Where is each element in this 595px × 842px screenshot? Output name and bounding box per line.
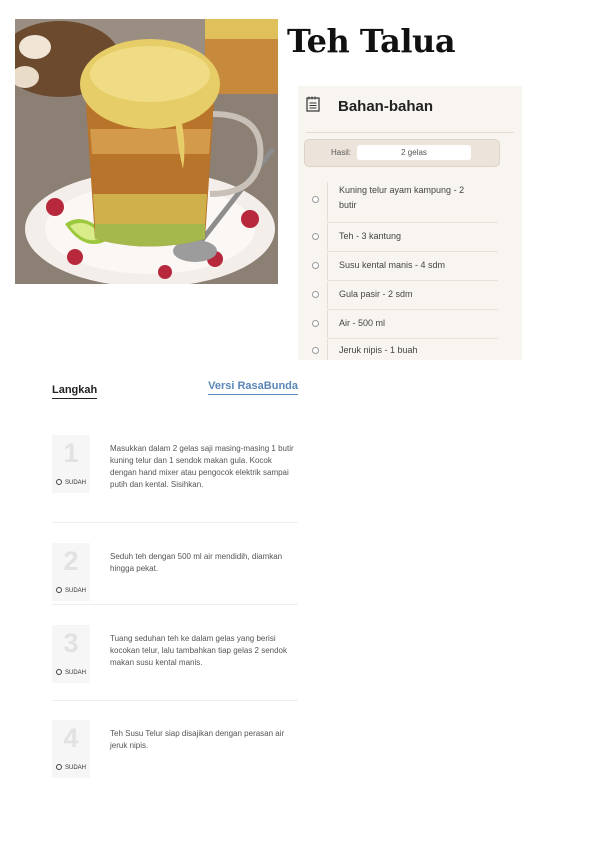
ingredient-checkbox[interactable] bbox=[312, 320, 319, 327]
step-done-label: SUDAH bbox=[65, 588, 87, 594]
ingredient-checkbox[interactable] bbox=[312, 262, 319, 269]
recipe-photo bbox=[15, 19, 278, 284]
tab-langkah[interactable]: Langkah bbox=[52, 384, 98, 399]
step-text: Tuang seduhan teh ke dalam gelas yang be… bbox=[110, 634, 288, 667]
step-done-label: SUDAH bbox=[65, 670, 87, 676]
circle-icon bbox=[56, 764, 62, 770]
step-number-box: 3 SUDAH bbox=[52, 625, 90, 683]
notepad-icon bbox=[306, 96, 320, 112]
ingredients-card: Bahan-bahan Hasil: 2 gelas Kuning telur … bbox=[298, 86, 522, 360]
ingredient-item[interactable]: Teh - 3 kantung bbox=[298, 223, 522, 251]
divider bbox=[327, 339, 328, 360]
step-item: 3 SUDAH Tuang seduhan teh ke dalam gelas… bbox=[52, 625, 298, 695]
ingredient-checkbox[interactable] bbox=[312, 347, 319, 354]
circle-icon bbox=[56, 669, 62, 675]
step-text: Teh Susu Telur siap disajikan dengan per… bbox=[110, 729, 285, 750]
divider bbox=[327, 252, 328, 280]
yield-input[interactable]: 2 gelas bbox=[357, 145, 471, 160]
ingredient-item[interactable]: Air - 500 ml bbox=[298, 310, 522, 338]
step-text: Masukkan dalam 2 gelas saji masing-masin… bbox=[110, 444, 294, 489]
tab-versi-rasabunda[interactable]: Versi RasaBunda bbox=[208, 380, 298, 395]
step-item: 4 SUDAH Teh Susu Telur siap disajikan de… bbox=[52, 720, 298, 780]
step-number: 4 bbox=[63, 723, 79, 753]
ingredient-text: Jeruk nipis - 1 buah bbox=[339, 345, 418, 355]
ingredients-heading: Bahan-bahan bbox=[338, 98, 434, 115]
recipe-title: Teh Talua bbox=[287, 22, 456, 60]
divider bbox=[327, 281, 328, 309]
step-number: 3 bbox=[63, 628, 79, 658]
step-number: 2 bbox=[63, 546, 79, 576]
step-item: 2 SUDAH Seduh teh dengan 500 ml air mend… bbox=[52, 543, 298, 603]
ingredient-text: Kuning telur ayam kampung - 2 butir bbox=[339, 185, 465, 210]
ingredient-item[interactable]: Kuning telur ayam kampung - 2 butir bbox=[298, 182, 522, 222]
ingredient-checkbox[interactable] bbox=[312, 196, 319, 203]
step-done-label: SUDAH bbox=[65, 480, 87, 486]
step-done-label: SUDAH bbox=[65, 765, 87, 771]
step-done-toggle[interactable]: SUDAH bbox=[56, 587, 86, 594]
divider bbox=[52, 604, 298, 605]
ingredient-checkbox[interactable] bbox=[312, 291, 319, 298]
yield-selector: Hasil: 2 gelas bbox=[304, 139, 500, 167]
divider bbox=[327, 182, 328, 222]
step-number: 1 bbox=[63, 438, 79, 468]
step-number-box: 4 SUDAH bbox=[52, 720, 90, 778]
divider bbox=[52, 522, 298, 523]
ingredient-item[interactable]: Susu kental manis - 4 sdm bbox=[298, 252, 522, 280]
circle-icon bbox=[56, 587, 62, 593]
steps-tabs: Langkah Versi RasaBunda bbox=[52, 380, 298, 404]
ingredient-text: Teh - 3 kantung bbox=[339, 231, 402, 241]
divider bbox=[306, 132, 514, 133]
step-done-toggle[interactable]: SUDAH bbox=[56, 764, 86, 771]
divider bbox=[52, 700, 298, 701]
step-number-box: 1 SUDAH bbox=[52, 435, 90, 493]
ingredient-text: Susu kental manis - 4 sdm bbox=[339, 260, 446, 270]
step-done-toggle[interactable]: SUDAH bbox=[56, 479, 86, 486]
ingredient-text: Air - 500 ml bbox=[339, 318, 386, 328]
ingredients-header: Bahan-bahan bbox=[298, 86, 522, 130]
ingredient-checkbox[interactable] bbox=[312, 233, 319, 240]
divider bbox=[327, 310, 328, 338]
step-text: Seduh teh dengan 500 ml air mendidih, di… bbox=[110, 552, 283, 573]
ingredient-text: Gula pasir - 2 sdm bbox=[339, 289, 413, 299]
yield-label: Hasil: bbox=[331, 148, 352, 157]
step-number-box: 2 SUDAH bbox=[52, 543, 90, 601]
ingredient-item[interactable]: Gula pasir - 2 sdm bbox=[298, 281, 522, 309]
step-done-toggle[interactable]: SUDAH bbox=[56, 669, 86, 676]
circle-icon bbox=[56, 479, 62, 485]
divider bbox=[327, 223, 328, 251]
step-item: 1 SUDAH Masukkan dalam 2 gelas saji masi… bbox=[52, 435, 298, 505]
ingredient-item[interactable]: Jeruk nipis - 1 buah bbox=[298, 339, 522, 360]
